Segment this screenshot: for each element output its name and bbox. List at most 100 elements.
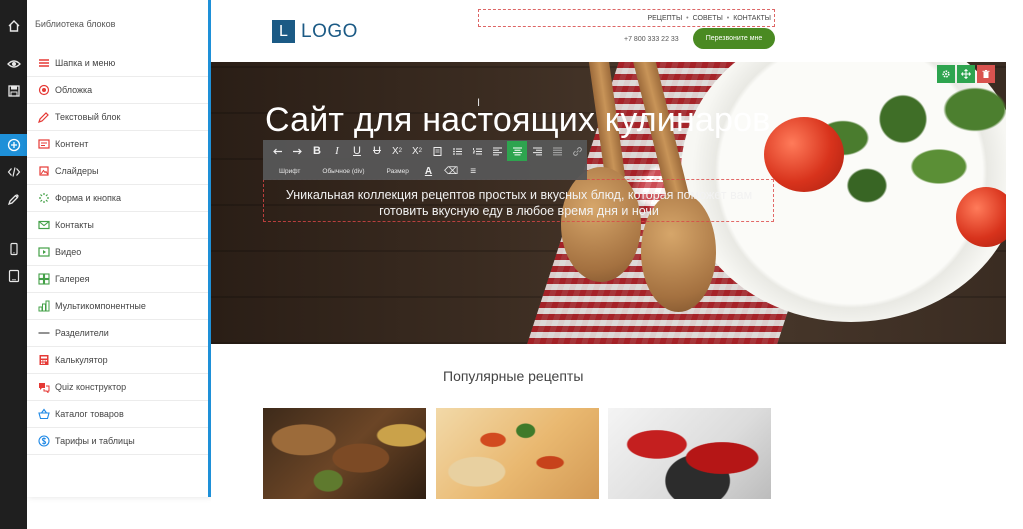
tool-rail <box>0 0 27 529</box>
numbered-list-icon[interactable] <box>467 141 487 161</box>
eyedropper-icon[interactable] <box>0 188 27 210</box>
block-category-item[interactable]: Тарифы и таблицы <box>27 428 208 455</box>
divider-icon <box>35 327 53 339</box>
block-category-label: Мультикомпонентные <box>55 301 146 311</box>
block-category-label: Контакты <box>55 220 94 230</box>
hero-title[interactable]: Сайт для настоящих кулинаров <box>265 101 771 140</box>
justify-icon[interactable] <box>547 141 567 161</box>
block-category-label: Форма и кнопка <box>55 193 122 203</box>
block-tools <box>937 65 995 83</box>
site-canvas: L LOGO РЕЦЕПТЫ • СОВЕТЫ • КОНТАКТЫ +7 80… <box>211 0 1006 529</box>
block-category-item[interactable]: Разделители <box>27 320 208 347</box>
site-logo[interactable]: L LOGO <box>272 20 358 43</box>
superscript-icon[interactable]: X2 <box>407 141 427 161</box>
recipe-card-image[interactable] <box>263 408 426 499</box>
remove-strike-icon[interactable]: ≡ <box>470 166 476 177</box>
text-editor-toolbar: B I U U X2 X2 Шрифт Обычное (div) Размер… <box>263 140 587 180</box>
nav-link-tips[interactable]: СОВЕТЫ <box>693 15 723 22</box>
block-category-label: Видео <box>55 247 82 257</box>
section-title: Популярные рецепты <box>443 368 584 384</box>
recipe-card-image[interactable] <box>608 408 771 499</box>
top-navigation[interactable]: РЕЦЕПТЫ • СОВЕТЫ • КОНТАКТЫ <box>478 9 775 27</box>
block-category-item[interactable]: Шапка и меню <box>27 50 208 77</box>
paragraph-format-icon[interactable] <box>427 141 447 161</box>
font-family-select[interactable]: Шрифт <box>279 168 300 175</box>
block-category-label: Обложка <box>55 85 93 95</box>
block-category-item[interactable]: Quiz конструктор <box>27 374 208 401</box>
nav-separator: • <box>686 14 689 22</box>
underline-icon[interactable]: U <box>347 141 367 161</box>
logo-text: LOGO <box>301 20 358 42</box>
add-block-icon[interactable] <box>0 134 27 156</box>
block-category-item[interactable]: Каталог товаров <box>27 401 208 428</box>
content-icon <box>35 138 53 150</box>
block-category-item[interactable]: Обложка <box>27 77 208 104</box>
delete-trash-icon[interactable] <box>977 65 995 83</box>
tomato <box>764 117 844 192</box>
move-arrows-icon[interactable] <box>957 65 975 83</box>
block-category-label: Шапка и меню <box>55 58 116 68</box>
block-category-label: Каталог товаров <box>55 409 124 419</box>
preview-eye-icon[interactable] <box>0 53 27 75</box>
block-category-label: Текстовый блок <box>55 112 121 122</box>
envelope-icon <box>35 219 53 231</box>
italic-icon[interactable]: I <box>327 141 347 161</box>
align-left-icon[interactable] <box>487 141 507 161</box>
undo-icon[interactable] <box>267 141 287 161</box>
block-category-label: Калькулятор <box>55 355 108 365</box>
block-category-label: Quiz конструктор <box>55 382 127 392</box>
strikethrough-icon[interactable]: U <box>367 141 387 161</box>
panel-title: Библиотека блоков <box>35 19 116 29</box>
block-category-item[interactable]: Видео <box>27 239 208 266</box>
calculator-icon <box>35 354 53 366</box>
block-category-item[interactable]: Калькулятор <box>27 347 208 374</box>
nav-separator: • <box>726 14 730 22</box>
logo-mark: L <box>272 20 295 43</box>
bulleted-list-icon[interactable] <box>447 141 467 161</box>
phone-number: +7 800 333 22 33 <box>624 36 679 43</box>
settings-gear-icon[interactable] <box>937 65 955 83</box>
text-color-icon[interactable]: A <box>425 166 432 177</box>
block-category-item[interactable]: Контент <box>27 131 208 158</box>
block-category-label: Контент <box>55 139 89 149</box>
nav-link-contacts[interactable]: КОНТАКТЫ <box>733 15 771 22</box>
basket-icon <box>35 408 53 420</box>
block-category-label: Слайдеры <box>55 166 99 176</box>
redo-icon[interactable] <box>287 141 307 161</box>
recipe-card-image[interactable] <box>436 408 599 499</box>
callback-button[interactable]: Перезвоните мне <box>693 28 775 49</box>
hero-block[interactable]: I Сайт для настоящих кулинаров Уникальна… <box>211 62 1006 344</box>
nav-link-recipes[interactable]: РЕЦЕПТЫ <box>647 15 682 22</box>
save-icon[interactable] <box>0 80 27 102</box>
code-icon[interactable] <box>0 161 27 183</box>
target-icon <box>35 84 53 96</box>
mobile-icon[interactable] <box>0 238 27 260</box>
editor-window: Библиотека блоков Шапка и меню Обложка Тек… <box>0 0 1023 529</box>
link-icon[interactable] <box>567 141 587 161</box>
block-category-label: Галерея <box>55 274 90 284</box>
align-right-icon[interactable] <box>527 141 547 161</box>
block-category-item[interactable]: Форма и кнопка <box>27 185 208 212</box>
block-category-item[interactable]: Контакты <box>27 212 208 239</box>
multi-icon <box>35 300 53 312</box>
gallery-icon <box>35 273 53 285</box>
font-size-select[interactable]: Размер <box>387 168 409 175</box>
block-category-item[interactable]: Мультикомпонентные <box>27 293 208 320</box>
home-icon[interactable] <box>0 15 27 37</box>
block-category-label: Тарифы и таблицы <box>55 436 135 446</box>
clear-format-icon[interactable]: ⌫ <box>444 166 458 177</box>
bold-icon[interactable]: B <box>307 141 327 161</box>
block-category-label: Разделители <box>55 328 109 338</box>
block-category-item[interactable]: Слайдеры <box>27 158 208 185</box>
align-center-icon[interactable] <box>507 141 527 161</box>
format-select[interactable]: Обычное (div) <box>322 168 364 175</box>
block-category-item[interactable]: Текстовый блок <box>27 104 208 131</box>
menu-icon <box>35 57 53 69</box>
subscript-icon[interactable]: X2 <box>387 141 407 161</box>
pencil-icon <box>35 111 53 123</box>
tablet-icon[interactable] <box>0 265 27 287</box>
hero-subtitle[interactable]: Уникальная коллекция рецептов простых и … <box>265 187 773 219</box>
slider-icon <box>35 165 53 177</box>
block-category-item[interactable]: Галерея <box>27 266 208 293</box>
quiz-icon <box>35 381 53 393</box>
